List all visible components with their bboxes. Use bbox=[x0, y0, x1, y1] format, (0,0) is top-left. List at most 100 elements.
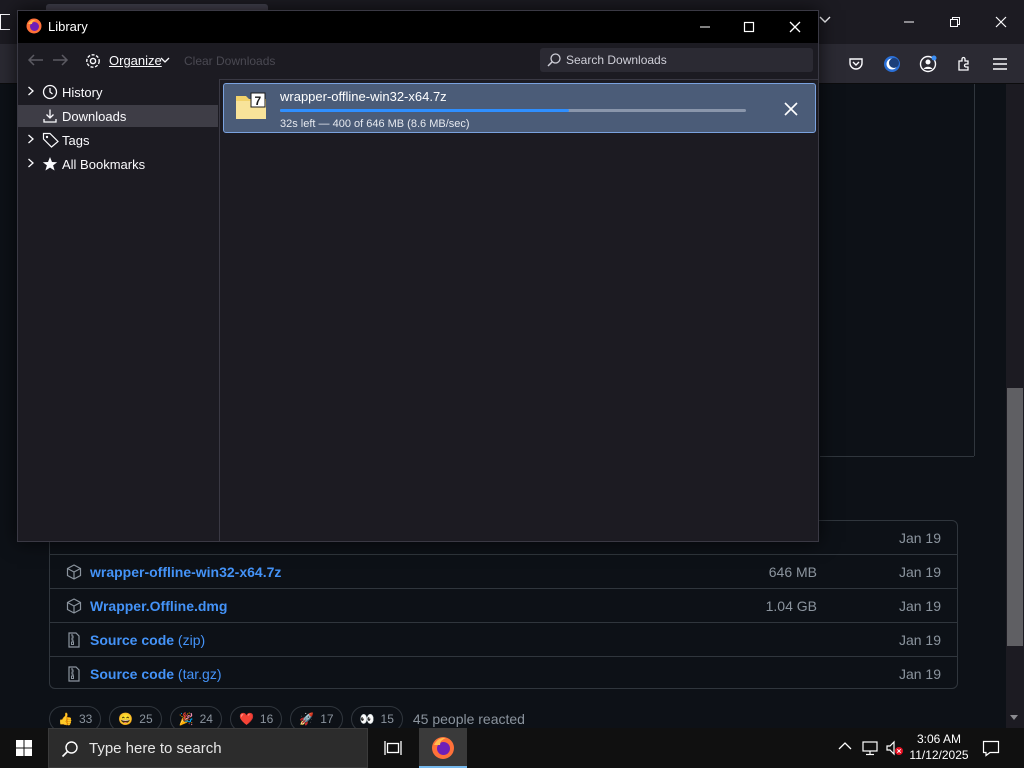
windows-logo-icon bbox=[16, 740, 32, 756]
package-icon bbox=[66, 564, 82, 580]
search-downloads-input[interactable]: Search Downloads bbox=[540, 48, 813, 72]
cancel-download-button[interactable] bbox=[780, 98, 802, 120]
list-tabs-icon[interactable] bbox=[818, 12, 832, 26]
star-icon bbox=[42, 156, 58, 172]
notifications-icon[interactable] bbox=[982, 739, 1000, 757]
asset-name[interactable]: Source code (tar.gz) bbox=[90, 666, 222, 682]
download-item[interactable]: 7 wrapper-offline-win32-x64.7z 32s left … bbox=[223, 83, 816, 133]
download-icon bbox=[42, 108, 58, 124]
asset-name[interactable]: Wrapper.Offline.dmg bbox=[90, 598, 227, 614]
library-title: Library bbox=[48, 19, 88, 34]
scroll-down-arrow-icon[interactable] bbox=[1009, 714, 1019, 722]
page-divider-vertical bbox=[974, 84, 975, 456]
reaction-count: 33 bbox=[78, 712, 93, 726]
download-status: 32s left — 400 of 646 MB (8.6 MB/sec) bbox=[280, 118, 470, 130]
reactions-summary: 45 people reacted bbox=[412, 711, 525, 727]
forward-arrow-icon[interactable] bbox=[52, 53, 70, 67]
sidebar-item-label: All Bookmarks bbox=[62, 157, 146, 172]
browser-close-button[interactable] bbox=[978, 0, 1024, 44]
reaction-emoji: 🎉 bbox=[178, 712, 194, 726]
reaction-emoji: 👀 bbox=[359, 712, 375, 726]
clock-time: 3:06 AM bbox=[916, 732, 962, 746]
expand-twisty-icon[interactable] bbox=[27, 86, 35, 96]
expand-twisty-icon[interactable] bbox=[27, 134, 35, 144]
account-icon[interactable] bbox=[912, 48, 944, 80]
reaction-emoji: ❤️ bbox=[238, 712, 254, 726]
asset-date: Jan 19 bbox=[898, 530, 941, 546]
organize-gear-icon bbox=[84, 52, 102, 70]
sidebar-item-tags[interactable]: Tags bbox=[18, 129, 218, 151]
tray-overflow-chevron-icon[interactable] bbox=[838, 741, 852, 751]
asset-name[interactable]: Source code (zip) bbox=[90, 632, 205, 648]
asset-row[interactable]: Source code (zip) Jan 19 bbox=[50, 622, 957, 656]
7z-archive-icon: 7 bbox=[235, 91, 267, 121]
asset-size: 1.04 GB bbox=[765, 598, 817, 614]
asset-name-text: Wrapper.Offline.dmg bbox=[90, 598, 228, 614]
search-icon bbox=[546, 52, 562, 68]
organize-menu-button[interactable]: Organize bbox=[109, 53, 162, 68]
tag-icon bbox=[42, 132, 60, 148]
asset-row[interactable]: Wrapper.Offline.dmg 1.04 GB Jan 19 bbox=[50, 588, 957, 622]
clock-icon bbox=[42, 84, 58, 100]
clock-date: 11/12/2025 bbox=[909, 748, 969, 762]
task-view-button[interactable] bbox=[370, 728, 416, 768]
firefox-taskbar-icon bbox=[432, 737, 454, 759]
library-window: Library Organize Clear Downloads Search … bbox=[17, 10, 819, 542]
taskbar-search-box[interactable]: Type here to search bbox=[48, 728, 368, 768]
asset-name-suffix: (zip) bbox=[177, 632, 206, 648]
extensions-puzzle-icon[interactable] bbox=[948, 48, 980, 80]
task-view-icon bbox=[384, 741, 402, 755]
menu-hamburger-icon[interactable] bbox=[984, 48, 1016, 80]
page-divider-horizontal bbox=[820, 456, 974, 457]
release-assets-list: Jan 19 wrapper-offline-win32-x64.7z 646 M… bbox=[49, 520, 958, 689]
sidebar-item-history[interactable]: History bbox=[18, 81, 218, 103]
system-clock[interactable]: 3:06 AM 11/12/2025 bbox=[904, 731, 974, 763]
reaction-emoji: 😄 bbox=[118, 712, 134, 726]
library-sidebar: History Downloads Tags All Bookmarks bbox=[18, 79, 218, 541]
taskbar-search-placeholder: Type here to search bbox=[89, 740, 222, 757]
reaction-count: 24 bbox=[199, 712, 213, 726]
chevron-down-icon bbox=[160, 57, 170, 65]
reaction-count: 25 bbox=[139, 712, 153, 726]
extension-moon-icon[interactable] bbox=[876, 48, 908, 80]
asset-name-text: Source code bbox=[90, 666, 175, 682]
asset-name-suffix: (tar.gz) bbox=[177, 666, 222, 682]
reaction-count: 16 bbox=[259, 712, 274, 726]
asset-row[interactable]: Source code (tar.gz) Jan 19 bbox=[50, 656, 957, 690]
windows-taskbar: Type here to search 3:06 AM 11/12/2025 bbox=[0, 728, 1024, 768]
volume-muted-icon[interactable] bbox=[886, 740, 904, 756]
reaction-emoji: 👍 bbox=[58, 712, 73, 726]
downloads-list: 7 wrapper-offline-win32-x64.7z 32s left … bbox=[219, 79, 818, 541]
library-title-bar[interactable]: Library bbox=[18, 11, 818, 43]
sidebar-item-label: History bbox=[62, 85, 103, 100]
network-icon[interactable] bbox=[862, 740, 880, 756]
back-arrow-icon[interactable] bbox=[26, 53, 44, 67]
expand-twisty-icon[interactable] bbox=[27, 158, 35, 168]
download-progress-bar bbox=[280, 109, 746, 112]
package-icon bbox=[66, 598, 82, 614]
pocket-icon[interactable] bbox=[840, 48, 872, 80]
clear-downloads-button[interactable]: Clear Downloads bbox=[184, 54, 275, 68]
sidebar-item-downloads[interactable]: Downloads bbox=[18, 105, 218, 127]
asset-row[interactable]: wrapper-offline-win32-x64.7z 646 MB Jan 19 bbox=[50, 554, 957, 588]
file-zip-icon bbox=[66, 666, 82, 682]
browser-minimize-button[interactable] bbox=[886, 0, 932, 44]
page-scrollbar-thumb[interactable] bbox=[1007, 388, 1023, 646]
start-button[interactable] bbox=[0, 728, 48, 768]
sidebar-item-all-bookmarks[interactable]: All Bookmarks bbox=[18, 153, 218, 175]
tab-icon bbox=[0, 14, 10, 30]
browser-restore-button[interactable] bbox=[932, 0, 978, 44]
firefox-taskbar-button[interactable] bbox=[419, 728, 467, 768]
asset-name-text: wrapper-offline-win32-x64.7z bbox=[90, 564, 282, 580]
reaction-count: 15 bbox=[380, 712, 394, 726]
asset-date: Jan 19 bbox=[898, 632, 941, 648]
file-zip-icon bbox=[66, 632, 82, 648]
asset-name[interactable]: wrapper-offline-win32-x64.7z bbox=[90, 564, 281, 580]
search-placeholder: Search Downloads bbox=[566, 53, 667, 67]
asset-date: Jan 19 bbox=[898, 564, 941, 580]
reaction-count: 17 bbox=[320, 712, 334, 726]
asset-name-text: Source code bbox=[90, 632, 175, 648]
svg-text:7: 7 bbox=[255, 94, 262, 108]
download-progress-fill bbox=[280, 109, 569, 112]
asset-date: Jan 19 bbox=[898, 666, 941, 682]
